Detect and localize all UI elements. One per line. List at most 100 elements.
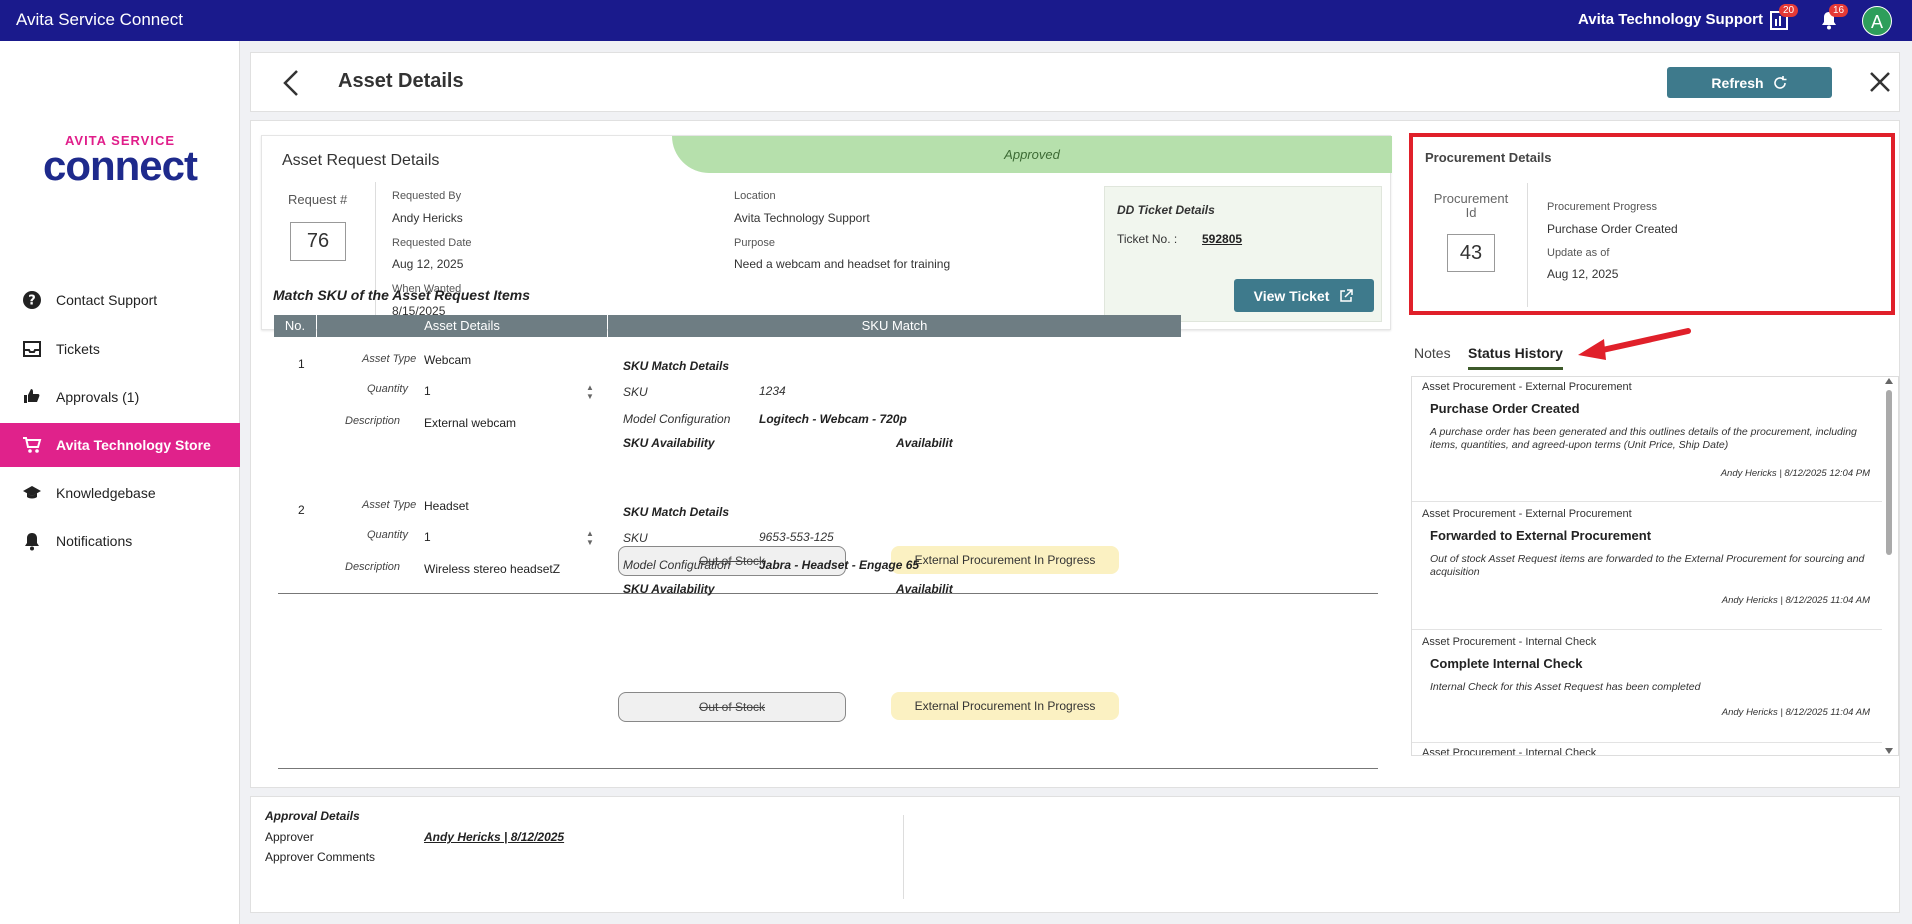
row-divider	[278, 768, 1378, 769]
list-item: Asset Procurement - Internal Check	[1412, 744, 1882, 755]
sidebar-item-contact-support[interactable]: ? Contact Support	[0, 278, 240, 322]
model-config-value: Jabra - Headset - Engage 65	[759, 558, 920, 572]
sku-value: 1234	[759, 384, 786, 398]
procurement-progress-label: Procurement Progress	[1547, 201, 1658, 213]
sidebar-item-tickets[interactable]: Tickets	[0, 327, 240, 371]
content-card: Approved Asset Request Details Request #…	[250, 120, 1900, 788]
view-ticket-button[interactable]: View Ticket	[1234, 279, 1374, 312]
top-bar: Avita Service Connect Avita Technology S…	[0, 0, 1912, 41]
notifications-button[interactable]: 16	[1818, 4, 1849, 33]
availability-badge: External Procurement In Progress	[891, 546, 1119, 574]
history-scrollbar[interactable]	[1879, 376, 1899, 756]
sidebar-item-label: Knowledgebase	[56, 485, 156, 501]
asset-type-value: Webcam	[424, 353, 472, 367]
sidebar-item-notifications[interactable]: Notifications	[0, 519, 240, 563]
description-value: External webcam	[424, 416, 517, 430]
approval-title: Approval Details	[265, 809, 360, 823]
approver-label: Approver	[265, 830, 314, 844]
sidebar-item-knowledgebase[interactable]: Knowledgebase	[0, 471, 240, 515]
tab-status-history[interactable]: Status History	[1468, 345, 1563, 370]
back-icon[interactable]	[281, 69, 301, 97]
svg-text:?: ?	[28, 294, 36, 309]
reports-button[interactable]: 20	[1768, 4, 1799, 33]
notifications-badge: 16	[1829, 4, 1849, 17]
quantity-value: 1	[424, 530, 431, 544]
app-title: Avita Service Connect	[16, 10, 183, 29]
inbox-icon	[23, 341, 41, 357]
sidebar-item-label: Tickets	[56, 341, 100, 357]
history-meta: Andy Hericks | 8/12/2025 11:04 AM	[1721, 707, 1870, 718]
history-title: Purchase Order Created	[1430, 401, 1580, 416]
update-date-value: Aug 12, 2025	[1547, 267, 1619, 281]
model-config-label: Model Configuration	[623, 558, 731, 572]
history-description: Out of stock Asset Request items are for…	[1430, 553, 1865, 578]
sku-match-details-label: SKU Match Details	[623, 359, 730, 373]
procurement-details-card: Procurement Details Procurement Id 43 Pr…	[1409, 133, 1895, 315]
requested-date-label: Requested Date	[392, 237, 472, 249]
org-name: Avita Technology Support	[1578, 11, 1764, 28]
ticket-number-label: Ticket No. :	[1117, 232, 1178, 246]
sku-availability-label: SKU Availability	[623, 582, 715, 596]
requested-date-value: Aug 12, 2025	[392, 257, 464, 271]
tab-notes[interactable]: Notes	[1414, 345, 1451, 367]
sku-label: SKU	[623, 385, 648, 399]
avatar[interactable]: A	[1862, 6, 1892, 36]
approver-comments-label: Approver Comments	[265, 850, 376, 864]
status-badge: Approved	[672, 136, 1392, 173]
asset-type-label: Asset Type	[362, 499, 417, 511]
sidebar-item-approvals[interactable]: Approvals (1)	[0, 375, 240, 419]
question-circle-icon: ?	[23, 291, 41, 309]
close-icon[interactable]	[1866, 68, 1894, 96]
procurement-title: Procurement Details	[1425, 150, 1552, 165]
refresh-button[interactable]: Refresh	[1667, 67, 1832, 98]
dd-ticket-box: DD Ticket Details Ticket No. : 592805 Vi…	[1104, 186, 1382, 322]
procurement-id-label: Procurement Id	[1433, 192, 1509, 220]
request-number-label: Request #	[288, 192, 348, 207]
external-link-icon	[1340, 288, 1354, 302]
list-item: Asset Procurement - External Procurement…	[1412, 377, 1882, 502]
requested-by-label: Requested By	[392, 190, 462, 202]
cart-icon	[23, 437, 42, 453]
quantity-stepper[interactable]: ▲ ▼	[585, 529, 595, 549]
history-title: Complete Internal Check	[1430, 656, 1583, 671]
list-item: Asset Procurement - Internal Check Compl…	[1412, 631, 1882, 743]
purpose-label: Purpose	[734, 237, 775, 249]
row-number: 2	[298, 503, 305, 517]
ticket-number-link[interactable]: 592805	[1202, 232, 1242, 246]
approver-value[interactable]: Andy Hericks | 8/12/2025	[424, 830, 564, 844]
history-title: Forwarded to External Procurement	[1430, 528, 1652, 543]
history-description: Internal Check for this Asset Request ha…	[1430, 681, 1701, 693]
status-history-list: Asset Procurement - External Procurement…	[1411, 376, 1899, 756]
logo-main-text: connect	[42, 142, 198, 189]
procurement-id-label-line-1: Procurement	[1433, 191, 1509, 206]
procurement-progress-value: Purchase Order Created	[1547, 222, 1678, 236]
sidebar-item-store[interactable]: Avita Technology Store	[0, 423, 240, 467]
request-number: 76	[290, 222, 346, 261]
availability-badge: External Procurement In Progress	[891, 692, 1119, 720]
sku-value: 9653-553-125	[759, 530, 834, 544]
sidebar-item-label: Avita Technology Store	[56, 437, 211, 453]
col-header-no: No.	[274, 315, 316, 337]
model-config-value: Logitech - Webcam - 720p	[759, 412, 907, 426]
sku-label: SKU	[623, 531, 648, 545]
bell-icon	[25, 533, 39, 551]
sidebar-item-label: Notifications	[56, 533, 133, 549]
sku-availability-label: SKU Availability	[623, 436, 715, 450]
sku-section-title: Match SKU of the Asset Request Items	[273, 287, 530, 303]
view-ticket-label: View Ticket	[1253, 287, 1330, 304]
divider	[1527, 183, 1528, 307]
dd-ticket-title: DD Ticket Details	[1117, 203, 1215, 217]
location-value: Avita Technology Support	[734, 211, 870, 225]
quantity-stepper[interactable]: ▲ ▼	[585, 383, 595, 403]
quantity-value: 1	[424, 384, 431, 398]
availability-label: Availabilit	[896, 436, 953, 450]
reports-badge: 20	[1779, 4, 1799, 17]
refresh-label: Refresh	[1711, 74, 1764, 91]
location-label: Location	[734, 190, 776, 202]
col-header-sku-match: SKU Match	[608, 315, 1181, 337]
update-as-of-label: Update as of	[1547, 247, 1610, 259]
asset-request-title: Asset Request Details	[282, 152, 440, 169]
row-number: 1	[298, 357, 305, 371]
page-title: Asset Details	[338, 70, 464, 92]
purpose-value: Need a webcam and headset for training	[734, 257, 951, 271]
